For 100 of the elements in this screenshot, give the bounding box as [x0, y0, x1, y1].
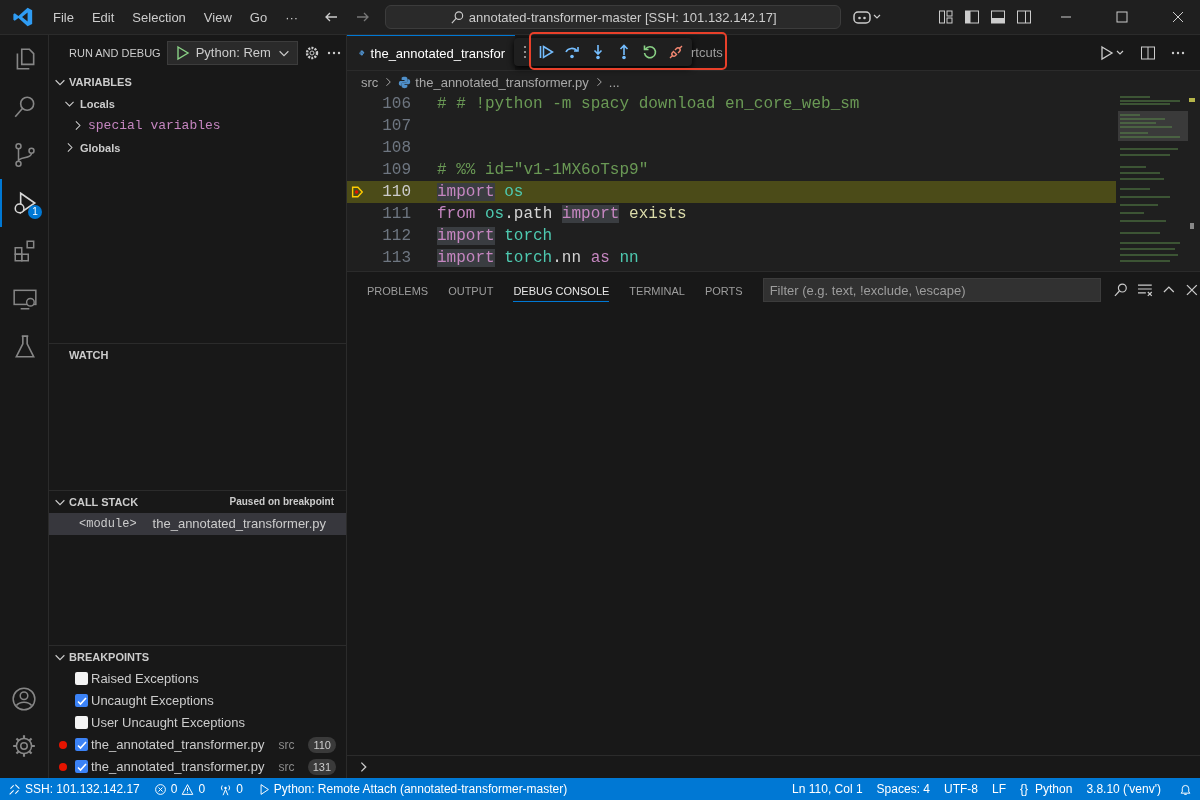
breakpoint-path: src: [278, 760, 295, 774]
line-number: 110: [381, 183, 411, 201]
line-number: 113: [381, 249, 411, 267]
tree-item[interactable]: Globals: [80, 141, 121, 154]
breakpoint-label: the_annotated_transformer.py: [91, 737, 265, 753]
toggle-secondary-sidebar-icon[interactable]: [1016, 9, 1032, 25]
line-number-badge: 110: [308, 737, 336, 753]
checkbox[interactable]: [75, 694, 88, 708]
checkbox[interactable]: [75, 738, 88, 752]
checkbox[interactable]: [75, 760, 88, 774]
source-control-icon: [12, 142, 38, 168]
paused-status: Paused on breakpoint: [229, 496, 334, 507]
python-file-icon: [398, 75, 412, 89]
section-header[interactable]: VARIABLES: [69, 75, 132, 88]
status-item[interactable]: Ln 110, Col 1: [792, 782, 863, 796]
toggle-panel-icon[interactable]: [990, 9, 1006, 25]
section-header[interactable]: CALL STACK: [69, 495, 139, 508]
ports-status[interactable]: 0: [219, 782, 243, 796]
flask-icon: [12, 334, 38, 360]
command-center-text: annotated-transformer-master [SSH: 101.132.142.17]: [468, 9, 777, 25]
menu-item[interactable]: File: [44, 9, 83, 25]
line-number: 111: [381, 205, 411, 223]
clear-console-icon[interactable]: [1136, 282, 1153, 298]
editor-tab[interactable]: the_annotated_transfor: [347, 35, 515, 70]
line-number: 108: [381, 139, 411, 157]
menu-item[interactable]: Edit: [82, 9, 124, 25]
breakpoint-dot: [59, 763, 67, 771]
breakpoint-label: Uncaught Exceptions: [91, 693, 214, 709]
language-status[interactable]: {} Python: [1020, 782, 1073, 796]
restart-icon[interactable]: [642, 44, 658, 60]
status-item[interactable]: UTF-8: [944, 782, 978, 796]
checkbox[interactable]: [75, 672, 88, 686]
run-icon[interactable]: [1100, 44, 1126, 61]
current-line-arrow-icon: [350, 185, 364, 199]
section-header[interactable]: WATCH: [69, 348, 109, 361]
customize-layout-icon[interactable]: [938, 9, 954, 25]
line-number: 112: [381, 227, 411, 245]
step-over-icon[interactable]: [564, 44, 580, 60]
tree-item[interactable]: special variables: [88, 118, 221, 134]
bell-icon[interactable]: [1179, 782, 1192, 796]
settings-icon[interactable]: [11, 733, 37, 759]
section-header[interactable]: BREAKPOINTS: [69, 651, 150, 663]
drag-handle-icon[interactable]: [522, 44, 528, 60]
line-number: 109: [381, 161, 411, 179]
code-line: import torch.nn as nn: [437, 249, 639, 267]
line-number: 107: [381, 117, 411, 135]
app-logo-icon: [12, 6, 34, 28]
status-item[interactable]: Spaces: 4: [876, 782, 930, 796]
breakpoint-label: the_annotated_transformer.py: [91, 759, 265, 775]
interpreter-status[interactable]: 3.8.10 ('venv'): [1086, 782, 1161, 796]
panel-tab[interactable]: TERMINAL: [629, 278, 685, 302]
run-debug-icon: [12, 190, 38, 216]
code-line: from os.path import exists: [437, 205, 687, 223]
menu-item[interactable]: Go: [240, 9, 277, 25]
line-number-badge: 131: [307, 759, 336, 775]
remote-icon: [8, 782, 21, 796]
menu-item[interactable]: ···: [276, 9, 308, 25]
breakpoint-dot: [59, 741, 67, 749]
debug-status[interactable]: Python: Remote Attach (annotated-transformer-master): [256, 782, 568, 796]
account-icon[interactable]: [11, 686, 37, 712]
close-icon[interactable]: [1170, 9, 1186, 25]
maximize-icon[interactable]: [1114, 9, 1130, 25]
code-line: import torch: [437, 227, 553, 245]
breadcrumb-item[interactable]: the_annotated_transformer.py: [415, 74, 589, 90]
line-number: 106: [381, 95, 411, 113]
code-line: import os: [437, 183, 524, 201]
menu-item[interactable]: View: [194, 9, 241, 25]
breadcrumb-item[interactable]: src: [361, 74, 379, 90]
close-icon[interactable]: [1184, 282, 1200, 298]
breakpoint-label: Raised Exceptions: [91, 671, 199, 687]
toggle-sidebar-icon[interactable]: [964, 9, 980, 25]
panel-tab[interactable]: OUTPUT: [448, 278, 494, 302]
editor-tab[interactable]: rtcuts: [691, 35, 723, 70]
breakpoint-path: src: [278, 738, 295, 752]
antenna-icon: [219, 782, 233, 796]
command-center[interactable]: annotated-transformer-master [SSH: 101.132.142.17]: [385, 5, 842, 29]
warning-icon: [181, 782, 195, 796]
panel-tab[interactable]: PORTS: [704, 278, 743, 302]
error-icon: [153, 782, 167, 796]
plug-icon[interactable]: [668, 44, 684, 60]
search-icon: [449, 9, 465, 25]
search-icon[interactable]: [1113, 282, 1129, 298]
status-item[interactable]: LF: [992, 782, 1006, 796]
filter-field[interactable]: Filter (e.g. text, !exclude, \escape): [762, 278, 1102, 302]
problems-status[interactable]: 0 0: [153, 782, 206, 796]
breadcrumb-item[interactable]: ...: [608, 74, 620, 90]
continue-icon[interactable]: [538, 44, 554, 60]
checkbox[interactable]: [75, 716, 88, 730]
gear-icon[interactable]: [303, 44, 320, 61]
debug-configuration-select[interactable]: Python: Rem: [166, 40, 298, 65]
tree-item[interactable]: Locals: [80, 97, 115, 110]
menu-item[interactable]: Selection: [123, 9, 195, 25]
panel-tab[interactable]: PROBLEMS: [367, 278, 429, 302]
sidebar-title: RUN AND DEBUG: [69, 46, 161, 59]
remote-indicator[interactable]: SSH: 101.132.142.17: [8, 782, 140, 796]
code-line: # %% id="v1-1MX6oTsp9": [437, 161, 649, 179]
code-line: # # !python -m spacy download en_core_web_sm: [437, 95, 860, 113]
panel-tab[interactable]: DEBUG CONSOLE: [513, 278, 610, 302]
stack-frame[interactable]: <module> the_annotated_transformer.py: [49, 512, 346, 535]
split-editor-icon[interactable]: [1140, 44, 1156, 61]
